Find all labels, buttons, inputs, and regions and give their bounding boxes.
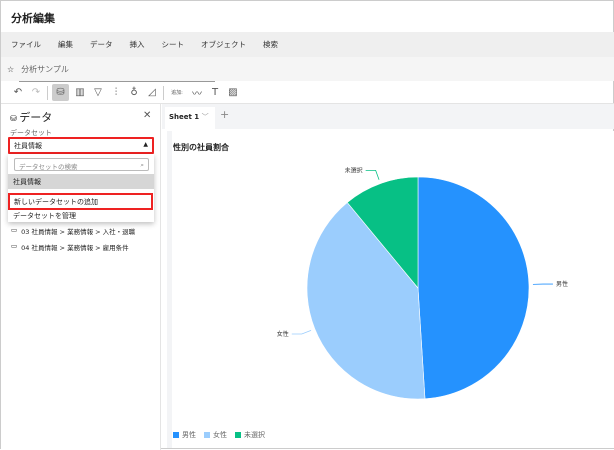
legend-item[interactable]: 未選択: [235, 430, 265, 440]
legend-label: 女性: [213, 431, 227, 439]
legend-swatch: [173, 432, 179, 438]
pie-chart: 男性女性未選択: [1, 1, 614, 450]
legend-swatch: [235, 432, 241, 438]
legend-item[interactable]: 女性: [204, 430, 227, 440]
legend-swatch: [204, 432, 210, 438]
legend-label: 男性: [182, 431, 196, 439]
pie-slice-0[interactable]: [418, 177, 529, 399]
data-label: 男性: [556, 280, 568, 288]
data-label: 未選択: [345, 166, 363, 174]
legend: 男性 女性 未選択: [173, 430, 265, 440]
legend-label: 未選択: [244, 431, 265, 439]
label-leader-line: [292, 330, 311, 334]
data-label: 女性: [277, 330, 289, 338]
label-leader-line: [366, 170, 379, 179]
legend-item[interactable]: 男性: [173, 430, 196, 440]
